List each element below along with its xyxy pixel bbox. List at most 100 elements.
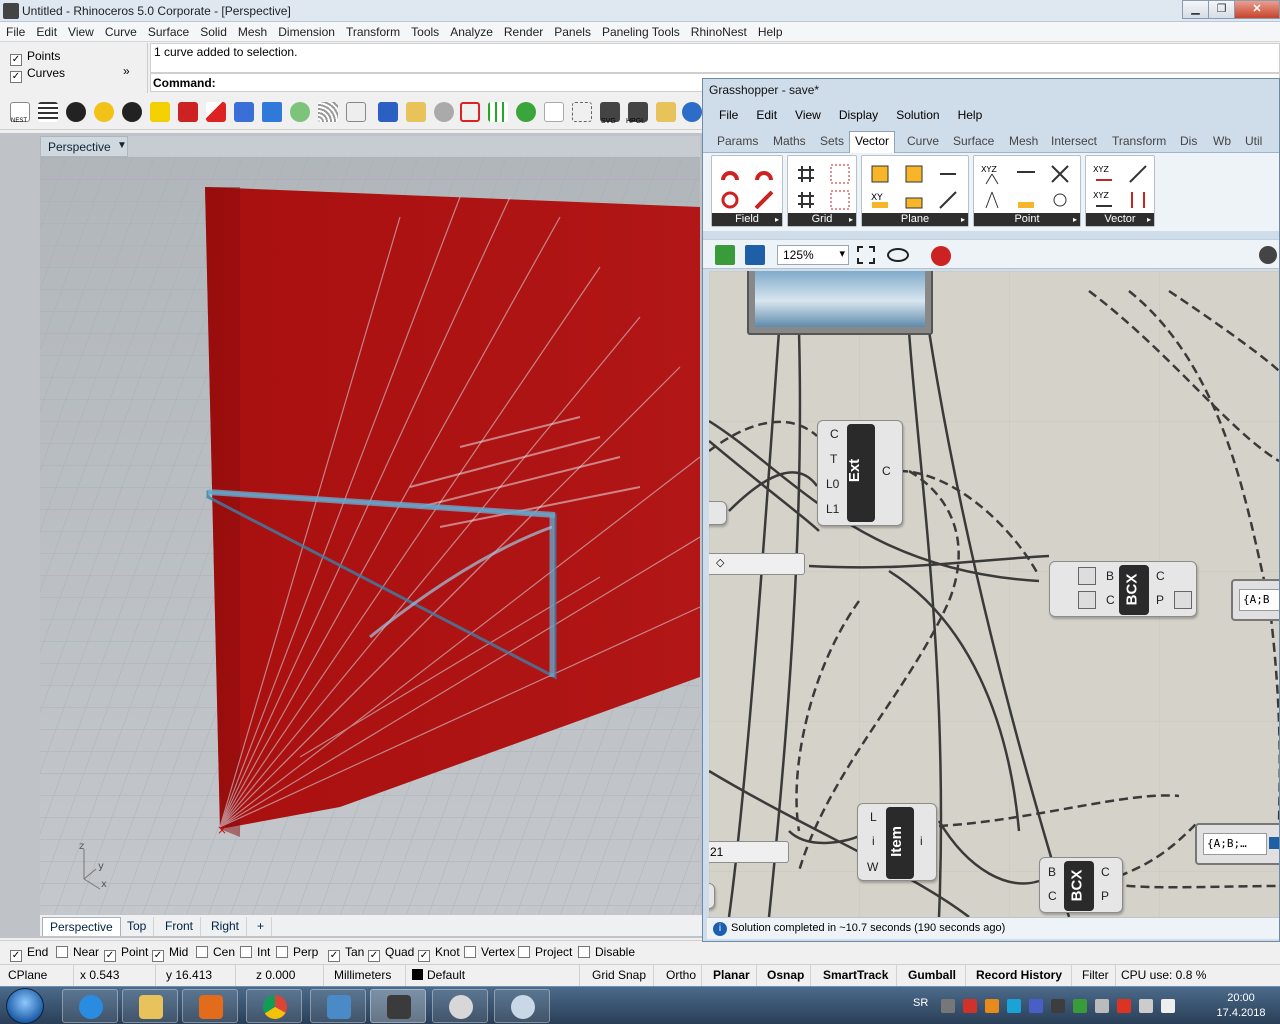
- gh-tab-mesh[interactable]: Mesh: [1009, 134, 1038, 148]
- filter-more-button[interactable]: »: [123, 64, 130, 78]
- osnap-project[interactable]: Project: [518, 945, 572, 959]
- bcx1-input-c[interactable]: C: [1106, 593, 1115, 607]
- menu-paneling-tools[interactable]: Paneling Tools: [596, 22, 685, 39]
- media-icon[interactable]: [1051, 999, 1065, 1013]
- surface-tool-button[interactable]: [148, 100, 172, 124]
- point-closest-icon[interactable]: [1048, 162, 1072, 186]
- gh-tab-util[interactable]: Util: [1245, 134, 1262, 148]
- export-svg-button[interactable]: SVG: [598, 100, 622, 125]
- osnap-mid-checkbox[interactable]: ✓: [152, 950, 164, 962]
- gh-menu-edit[interactable]: Edit: [747, 108, 786, 122]
- bcx-component-1[interactable]: B C BCX C P: [1049, 561, 1197, 617]
- plane-xy-icon[interactable]: XY: [868, 188, 892, 212]
- tab-front[interactable]: Front: [158, 917, 202, 936]
- gh-tab-sets[interactable]: Sets: [820, 134, 844, 148]
- gh-tab-curve[interactable]: Curve: [907, 134, 939, 148]
- list-tool-button[interactable]: [36, 100, 60, 124]
- taskbar-photo[interactable]: [310, 989, 366, 1023]
- osnap-vertex-checkbox[interactable]: [464, 946, 476, 958]
- status-ortho[interactable]: Ortho: [666, 965, 702, 986]
- network-icon[interactable]: [1095, 999, 1109, 1013]
- bcx1-output-p[interactable]: P: [1156, 593, 1164, 607]
- item-input-l[interactable]: L: [870, 810, 877, 824]
- osnap-int-checkbox[interactable]: [240, 946, 252, 958]
- viewport-title[interactable]: Perspective ▼: [40, 136, 128, 157]
- gh-tab-maths[interactable]: Maths: [773, 134, 806, 148]
- list-item-component[interactable]: L i W Item i: [857, 803, 937, 881]
- box-tool-button[interactable]: [260, 100, 284, 124]
- zoom-extents-icon[interactable]: [857, 246, 875, 264]
- curves-checkbox[interactable]: ✓: [10, 71, 22, 83]
- osnap-perp-checkbox[interactable]: [276, 946, 288, 958]
- point-cull-icon[interactable]: [1048, 188, 1072, 212]
- partial-component-bottom[interactable]: [709, 883, 715, 909]
- bcx-component-2[interactable]: B C BCX C P: [1039, 857, 1123, 913]
- curve-tool-button[interactable]: [120, 100, 144, 124]
- tab-right[interactable]: Right: [204, 917, 248, 936]
- menu-solid[interactable]: Solid: [194, 22, 232, 39]
- ext-component[interactable]: C T L0 L1 Ext C: [817, 420, 903, 526]
- menu-panels[interactable]: Panels: [548, 22, 596, 39]
- keyboard-icon[interactable]: [941, 999, 955, 1013]
- bcx1-graft-icon[interactable]: [1174, 591, 1192, 609]
- add-viewport-tab-button[interactable]: +: [250, 917, 273, 936]
- menu-view[interactable]: View: [62, 22, 99, 39]
- tray-app-icon[interactable]: [985, 999, 999, 1013]
- status-planar[interactable]: Planar: [713, 965, 757, 986]
- taskbar-chrome[interactable]: [246, 989, 302, 1023]
- status-cplane[interactable]: CPlane: [8, 965, 74, 986]
- taskbar-paint[interactable]: [494, 989, 550, 1023]
- bluetooth-icon[interactable]: [1029, 999, 1043, 1013]
- panel-1[interactable]: {A;B: [1231, 579, 1279, 621]
- autodesk-icon[interactable]: [1007, 999, 1021, 1013]
- number-slider-top[interactable]: ◇: [709, 553, 805, 575]
- nest-tool-button[interactable]: NEST: [8, 100, 32, 124]
- frame-tool-button[interactable]: [458, 100, 482, 124]
- gumball-tool-button[interactable]: [288, 100, 312, 124]
- plane-align-icon[interactable]: [868, 162, 892, 186]
- vector-2pt-icon[interactable]: [1126, 162, 1150, 186]
- folder-tool-button[interactable]: [404, 100, 428, 124]
- status-gumball[interactable]: Gumball: [908, 965, 966, 986]
- grid-tool-button[interactable]: [486, 100, 510, 124]
- panel-2[interactable]: {A;B;…: [1195, 823, 1279, 865]
- ext-input-l0[interactable]: L0: [826, 477, 839, 491]
- bcx2-input-c[interactable]: C: [1048, 889, 1057, 903]
- osnap-project-checkbox[interactable]: [518, 946, 530, 958]
- ext-output-c[interactable]: C: [882, 464, 891, 478]
- minimize-button[interactable]: ▁: [1182, 0, 1209, 19]
- menu-file[interactable]: File: [0, 22, 30, 39]
- perspective-viewport[interactable]: × z y x: [40, 157, 700, 914]
- ext-input-c[interactable]: C: [830, 427, 839, 441]
- start-button[interactable]: [6, 988, 44, 1024]
- osnap-quad-checkbox[interactable]: ✓: [368, 950, 380, 962]
- tab-perspective[interactable]: Perspective: [42, 917, 121, 936]
- menu-dimension[interactable]: Dimension: [272, 22, 340, 39]
- viewport-menu-chevron-icon[interactable]: ▼: [117, 140, 127, 151]
- open-file-icon[interactable]: [715, 245, 735, 265]
- item-input-i[interactable]: i: [872, 834, 875, 848]
- nvidia-icon[interactable]: [1073, 999, 1087, 1013]
- menu-render[interactable]: Render: [498, 22, 548, 39]
- network-tool-button[interactable]: [432, 100, 456, 124]
- filter-points[interactable]: ✓ Points: [10, 49, 60, 66]
- points-checkbox[interactable]: ✓: [10, 54, 22, 66]
- bcx2-input-b[interactable]: B: [1048, 865, 1056, 879]
- plane-normal-icon[interactable]: [936, 188, 960, 212]
- osnap-disable[interactable]: Disable: [578, 945, 635, 959]
- status-grid-snap[interactable]: Grid Snap: [592, 965, 654, 986]
- polyline-tool-button[interactable]: [92, 100, 116, 124]
- osnap-knot-checkbox[interactable]: ✓: [418, 950, 430, 962]
- paneling-tool-button[interactable]: [376, 100, 400, 124]
- ribbon-label-field[interactable]: Field: [712, 213, 782, 226]
- ribbon-label-plane[interactable]: Plane: [862, 213, 968, 226]
- menu-help[interactable]: Help: [752, 22, 788, 39]
- taskbar-ie[interactable]: [62, 989, 118, 1023]
- menu-tools[interactable]: Tools: [405, 22, 444, 39]
- bcx1-input-b[interactable]: B: [1106, 569, 1114, 583]
- canvas-options-icon[interactable]: [1259, 246, 1277, 264]
- gh-menu-file[interactable]: File: [709, 108, 747, 122]
- blend-tool-button[interactable]: [316, 100, 340, 124]
- taskbar-media[interactable]: [182, 989, 238, 1023]
- point-deconstruct-icon[interactable]: [980, 188, 1004, 212]
